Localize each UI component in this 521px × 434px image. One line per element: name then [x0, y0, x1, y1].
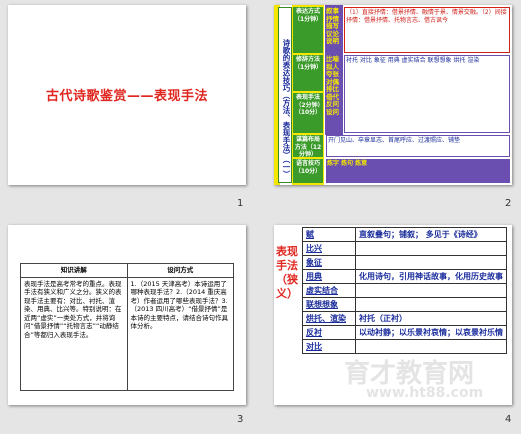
watermark-url: www.ht88.com: [366, 385, 484, 401]
col1-body: 表现手法是高考常考的重点。表现手法有狭义和广义之分。狭义的表现手法主要有：对比、…: [20, 276, 128, 391]
technique-term: 反衬: [302, 325, 356, 340]
box-a: 叙事 抒情 描写 议论 说明: [326, 7, 339, 45]
technique-term: 烘托、渲染: [302, 311, 356, 326]
technique-table: 赋直叙叠句；铺叙； 多见于《诗经》 比兴 象征 用典 化用诗句，引用神话故事，化用历史故…: [302, 227, 507, 354]
side-label: 表现手法（狭义）: [276, 245, 298, 300]
technique-desc: [355, 297, 507, 312]
technique-row: 联想想象: [302, 297, 507, 312]
box-d: 衬托 对比 象征 用典 虚实结合 联想想象 烘托 渲染: [344, 55, 510, 133]
technique-desc: [355, 241, 507, 256]
technique-desc: 以动衬静；以乐景衬哀情；以哀景衬乐情: [355, 325, 507, 340]
technique-row: 赋直叙叠句；铺叙； 多见于《诗经》: [302, 227, 507, 242]
col2-body: 1.（2015 天津高考）本诗运用了哪种表现手法？2.（2014 重庆高考）作者…: [126, 276, 234, 391]
technique-term: 虚实结合: [302, 283, 356, 298]
technique-term: 对比: [302, 339, 356, 354]
slide-title: 古代诗歌鉴赏——表现手法: [45, 89, 208, 104]
slide-number-3: 3: [237, 414, 244, 425]
language-label: 语言技巧（10分）: [293, 159, 323, 183]
slide-number-4: 4: [505, 414, 512, 425]
technique-row: 反衬 以动衬静；以乐景衬哀情；以哀景衬乐情: [302, 325, 507, 340]
technique-row: 比兴: [302, 241, 507, 256]
technique-desc: [355, 283, 507, 298]
technique-label: 表现手法（2分钟）（10分）: [293, 93, 323, 133]
technique-desc: 直叙叠句；铺叙； 多见于《诗经》: [355, 227, 507, 242]
main-vertical-label: 诗歌的表达技巧（方法、表现手法）（一）: [282, 39, 291, 178]
slide-thumbnail-1[interactable]: 古代诗歌鉴赏——表现手法: [8, 5, 246, 185]
col2-header: 设问方式: [126, 263, 234, 278]
technique-row: 烘托、渲染 衬托（正衬）: [302, 311, 507, 326]
slide-number-2: 2: [505, 198, 512, 209]
rhetoric-label: 修辞方法（1分钟）: [293, 55, 323, 91]
slide-number-1: 1: [237, 198, 244, 209]
technique-term: 联想想象: [302, 297, 356, 312]
col1-header: 知识讲解: [20, 263, 128, 278]
technique-term: 象征: [302, 255, 356, 270]
express-label: 表达方式（1分钟）: [293, 7, 323, 53]
technique-row: 对比: [302, 339, 507, 354]
technique-term: 比兴: [302, 241, 356, 256]
box-f: 炼字 炼句 炼意: [326, 159, 510, 183]
box-e: 开门见山、卒章显志、首尾呼应、过渡照应、铺垫: [326, 135, 510, 157]
technique-row: 象征: [302, 255, 507, 270]
structure-label: 谋篇布局方法（12分钟）: [293, 135, 323, 157]
slide-thumbnail-4[interactable]: 表现手法（狭义） 赋直叙叠句；铺叙； 多见于《诗经》 比兴 象征 用典 化用诗句，引用神…: [274, 225, 512, 405]
box-c: （1）直接抒情：借景抒情、融情于景、情景交融。（2）间接抒情：借景抒情、托物言志…: [344, 7, 510, 53]
technique-desc: [355, 255, 507, 270]
box-b: 比喻 拟人 夸张 对偶 排比 借代 反问 设问: [326, 55, 339, 116]
technique-desc: 衬托（正衬）: [355, 311, 507, 326]
technique-row: 用典 化用诗句，引用神话故事，化用历史故事: [302, 269, 507, 284]
technique-row: 虚实结合: [302, 283, 507, 298]
slide-thumbnail-3[interactable]: 知识讲解 设问方式 表现手法是高考常考的重点。表现手法有狭义和广义之分。狭义的表…: [8, 225, 246, 405]
technique-term: 用典: [302, 269, 356, 284]
technique-desc: [355, 339, 507, 354]
slide-thumbnail-2[interactable]: 诗歌的表达技巧（方法、表现手法）（一） 表达方式（1分钟） 修辞方法（1分钟） …: [274, 5, 512, 185]
technique-desc: 化用诗句，引用神话故事，化用历史故事: [355, 269, 507, 284]
technique-term: 赋: [302, 227, 356, 242]
lesson-table: 知识讲解 设问方式 表现手法是高考常考的重点。表现手法有狭义和广义之分。狭义的表…: [20, 263, 234, 391]
